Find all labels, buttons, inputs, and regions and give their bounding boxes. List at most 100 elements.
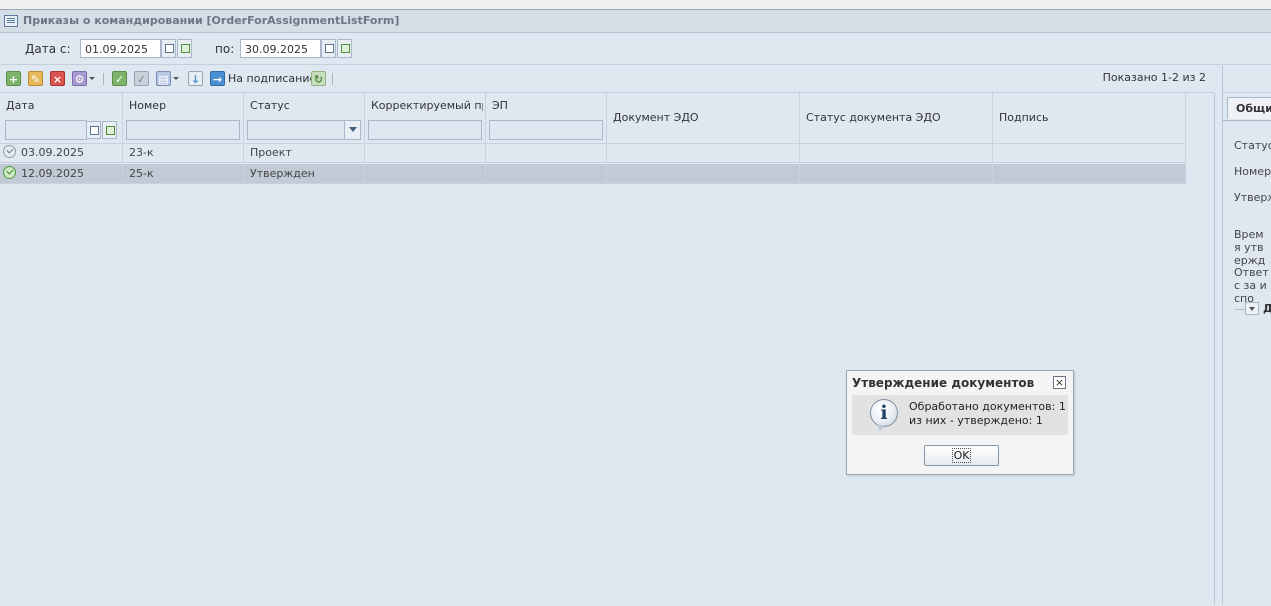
- collapse-toggle-icon[interactable]: [1245, 302, 1259, 315]
- dialog-message-line1: Обработано документов: 1: [909, 400, 1066, 413]
- list-form-icon: [4, 15, 18, 27]
- field-label-approved: Утвержд: [1234, 191, 1271, 204]
- toolbar-separator: [103, 73, 104, 85]
- column-header-number[interactable]: Номер: [123, 93, 244, 143]
- window-titlebar: Приказы о командировании [OrderForAssign…: [0, 10, 1271, 33]
- date-from-label: Дата с:: [25, 42, 71, 56]
- column-header-status[interactable]: Статус: [244, 93, 365, 143]
- print-icon[interactable]: ▤: [156, 71, 171, 86]
- approval-result-dialog: Утверждение документов × i Обработано до…: [846, 370, 1074, 475]
- status-filter-select[interactable]: [247, 120, 361, 140]
- cell-status: Проект: [244, 143, 365, 163]
- dialog-message: Обработано документов: 1 из них - утверж…: [909, 400, 1066, 428]
- column-title: Подпись: [999, 111, 1049, 124]
- document-export-icon[interactable]: ↓: [188, 71, 203, 86]
- cell-ep: [486, 143, 607, 163]
- calendar-icon[interactable]: [321, 39, 336, 58]
- date-filter-input[interactable]: [5, 120, 87, 140]
- chevron-down-icon[interactable]: [89, 77, 95, 80]
- info-icon: i: [870, 399, 898, 431]
- number-filter-input[interactable]: [126, 120, 240, 140]
- cell-edo-document: [607, 143, 800, 163]
- delete-icon[interactable]: ×: [50, 71, 65, 86]
- add-icon[interactable]: +: [6, 71, 21, 86]
- ok-button-label: OK: [951, 448, 972, 463]
- details-panel-header: [1223, 66, 1271, 93]
- settings-icon[interactable]: ⚙: [72, 71, 87, 86]
- dialog-message-line2: из них - утверждено: 1: [909, 414, 1043, 427]
- column-title: Корректируемый пр...: [371, 99, 483, 112]
- cell-edo-status: [800, 164, 993, 184]
- close-icon[interactable]: ×: [1053, 376, 1066, 389]
- cell-date: 03.09.2025: [0, 143, 123, 163]
- details-panel: Общие Статус Номер Утвержд Время утвержд…: [1222, 66, 1271, 606]
- cell-corrected: [365, 164, 486, 184]
- column-title: Статус документа ЭДО: [806, 111, 941, 124]
- ok-button[interactable]: OK: [924, 445, 999, 466]
- date-reset-icon[interactable]: [177, 39, 192, 58]
- column-header-signature[interactable]: Подпись: [993, 93, 1186, 143]
- column-header-signature-ep[interactable]: ЭП: [486, 93, 607, 143]
- field-label-number: Номер: [1234, 165, 1271, 178]
- cell-number: 25-к: [123, 164, 244, 184]
- column-title: ЭП: [492, 99, 508, 112]
- column-title: Номер: [129, 99, 167, 112]
- table-row[interactable]: 03.09.2025 23-к Проект: [0, 143, 1186, 163]
- cell-signature: [993, 143, 1186, 163]
- column-title: Дата: [6, 99, 35, 112]
- tree-line: [1235, 309, 1245, 310]
- approve-icon[interactable]: ✓: [112, 71, 127, 86]
- records-shown-text: Показано 1-2 из 2: [1102, 71, 1206, 84]
- column-header-corrected[interactable]: Корректируемый пр...: [365, 93, 486, 143]
- send-to-sign-button[interactable]: На подписание: [228, 72, 316, 85]
- top-strip: [0, 0, 1271, 10]
- status-approved-icon: [3, 166, 16, 179]
- send-to-sign-icon[interactable]: →: [210, 71, 225, 86]
- date-filter-bar: Дата с: 01.09.2025 по: 30.09.2025: [0, 34, 1271, 65]
- cell-status: Утвержден: [244, 164, 365, 184]
- chevron-down-icon[interactable]: [344, 121, 360, 139]
- details-panel-body: Статус Номер Утвержд Время утвержд Ответ…: [1223, 120, 1271, 606]
- dialog-title: Утверждение документов: [852, 376, 1035, 390]
- date-to-input[interactable]: 30.09.2025: [240, 39, 321, 58]
- cell-date: 12.09.2025: [0, 164, 123, 184]
- cell-edo-status: [800, 143, 993, 163]
- cell-ep: [486, 164, 607, 184]
- table-row[interactable]: 12.09.2025 25-к Утвержден: [0, 164, 1186, 184]
- grid-header: Дата Номер Статус Корректируемый пр... Э…: [0, 93, 1186, 144]
- cell-signature: [993, 164, 1186, 184]
- field-label-responsible: Ответс за испо: [1234, 266, 1269, 305]
- column-title: Статус: [250, 99, 290, 112]
- calendar-icon[interactable]: [161, 39, 176, 58]
- ep-filter-input[interactable]: [489, 120, 603, 140]
- unapprove-icon[interactable]: ✓: [134, 71, 149, 86]
- refresh-icon[interactable]: ↻: [311, 71, 326, 86]
- cell-number: 23-к: [123, 143, 244, 163]
- grid-toolbar: + ✎ × ⚙ ✓ ✓ ▤ ↓ → На подписание ↻ Показа…: [0, 66, 1214, 93]
- status-draft-icon: [3, 145, 16, 158]
- date-reset-icon[interactable]: [337, 39, 352, 58]
- column-title: Документ ЭДО: [613, 111, 699, 124]
- field-label-approval-time: Время утвержд: [1234, 228, 1266, 267]
- window-title: Приказы о командировании [OrderForAssign…: [23, 14, 400, 27]
- dialog-message-area: i Обработано документов: 1 из них - утве…: [852, 395, 1068, 435]
- column-header-date[interactable]: Дата: [0, 93, 123, 143]
- edit-icon[interactable]: ✎: [28, 71, 43, 86]
- field-label-status: Статус: [1234, 139, 1271, 152]
- column-header-edo-status[interactable]: Статус документа ЭДО: [800, 93, 993, 143]
- tab-general[interactable]: Общие: [1227, 97, 1271, 119]
- cell-corrected: [365, 143, 486, 163]
- chevron-down-icon[interactable]: [173, 77, 179, 80]
- cell-date-text: 03.09.2025: [21, 146, 84, 159]
- corrected-filter-input[interactable]: [368, 120, 482, 140]
- column-header-edo-document[interactable]: Документ ЭДО: [607, 93, 800, 143]
- date-from-input[interactable]: 01.09.2025: [80, 39, 161, 58]
- cell-edo-document: [607, 164, 800, 184]
- date-reset-icon[interactable]: [102, 121, 117, 139]
- date-to-label: по:: [215, 42, 235, 56]
- toolbar-separator: [332, 73, 333, 85]
- cell-date-text: 12.09.2025: [21, 167, 84, 180]
- calendar-icon[interactable]: [86, 121, 101, 139]
- orders-grid: Дата Номер Статус Корректируемый пр... Э…: [0, 93, 1215, 605]
- section-label: Д: [1263, 302, 1271, 315]
